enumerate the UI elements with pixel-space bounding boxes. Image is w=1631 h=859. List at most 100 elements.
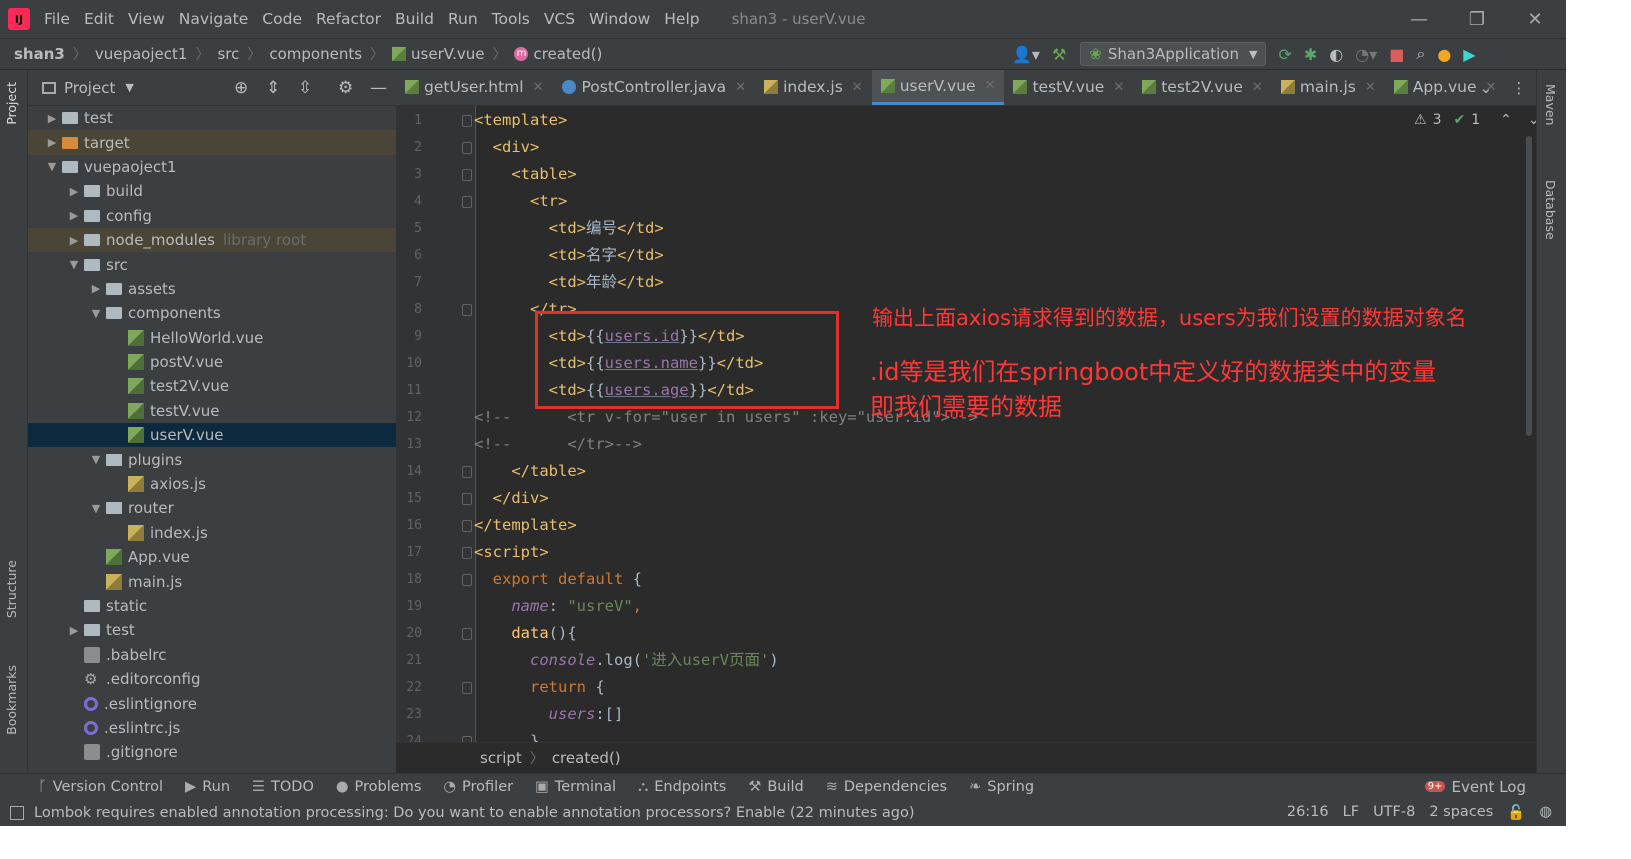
locate-icon[interactable]: ⊕ <box>234 78 248 98</box>
code-line[interactable]: users:[] <box>474 701 624 728</box>
structure-tool-tab[interactable]: Structure <box>4 560 19 618</box>
maven-tool-tab[interactable]: Maven <box>1543 84 1558 125</box>
code-area[interactable]: <template> <div> <table> <tr> <td>编号</td… <box>474 106 1514 742</box>
tree-item[interactable]: ▶ target <box>28 130 396 155</box>
rerun-icon[interactable]: ⟳ <box>1278 45 1291 64</box>
fold-marker-icon[interactable] <box>462 682 472 694</box>
user-icon[interactable]: 👤▾ <box>1012 45 1040 64</box>
restore-icon[interactable]: ❐ <box>1448 0 1506 38</box>
editor-tab[interactable]: index.js ✕ <box>755 70 872 105</box>
chevron-right-icon[interactable]: ▶ <box>64 624 84 637</box>
editor-tab[interactable]: userV.vue ✕ <box>871 70 1005 105</box>
tree-item[interactable]: ▼ plugins <box>28 447 396 471</box>
tree-item[interactable]: ▼ src <box>28 252 396 276</box>
code-line[interactable]: name: "usreV", <box>474 593 642 620</box>
tool-window-button[interactable]: ᚵ Version Control <box>38 779 163 795</box>
editor-tab[interactable]: test2V.vue ✕ <box>1133 70 1272 105</box>
tree-item[interactable]: ▶ build <box>28 179 396 203</box>
gear-icon[interactable]: ⚙ <box>338 78 353 98</box>
code-line[interactable]: <div> <box>474 134 540 161</box>
indent-setting[interactable]: 2 spaces <box>1429 804 1493 821</box>
coverage-icon[interactable]: ◐ <box>1329 45 1343 64</box>
tree-item[interactable]: userV.vue <box>28 423 396 448</box>
code-line[interactable]: <td>名字</td> <box>474 242 664 269</box>
menu-code[interactable]: Code <box>262 10 302 28</box>
menu-vcs[interactable]: VCS <box>544 10 575 28</box>
editor-tab[interactable]: main.js ✕ <box>1272 70 1385 105</box>
run-configuration-select[interactable]: ❀ Shan3Application ▼ <box>1080 42 1267 66</box>
chevron-down-icon[interactable]: ▼ <box>86 307 106 320</box>
tree-item[interactable]: .babelrc <box>28 643 396 667</box>
menu-run[interactable]: Run <box>448 10 478 28</box>
tree-item[interactable]: HelloWorld.vue <box>28 326 396 350</box>
fold-marker-icon[interactable] <box>462 142 472 154</box>
tree-item[interactable]: .eslintrc.js <box>28 716 396 740</box>
tree-item[interactable]: App.vue <box>28 545 396 569</box>
build-hammer-icon[interactable]: ⚒ <box>1052 45 1066 64</box>
status-message[interactable]: Lombok requires enabled annotation proce… <box>34 805 915 821</box>
breadcrumb-module[interactable]: vuepaoject1 <box>95 45 188 63</box>
close-icon[interactable]: ✕ <box>852 80 863 95</box>
tree-item[interactable]: ▼ components <box>28 301 396 325</box>
minimize-icon[interactable]: — <box>1390 0 1448 38</box>
stop-icon[interactable]: ■ <box>1389 45 1404 64</box>
code-line[interactable]: <tr> <box>474 188 567 215</box>
chevron-down-icon[interactable]: ▼ <box>42 160 62 173</box>
chevron-right-icon[interactable]: ▶ <box>42 112 62 125</box>
code-line[interactable]: <table> <box>474 161 576 188</box>
code-line[interactable]: <!-- </tr>--> <box>474 431 642 458</box>
code-line[interactable]: </table> <box>474 458 586 485</box>
breadcrumb-method[interactable]: created() <box>533 45 602 63</box>
caret-position[interactable]: 26:16 <box>1287 804 1329 821</box>
hide-panel-icon[interactable]: — <box>370 78 387 98</box>
code-line[interactable]: console.log('进入userV页面') <box>474 647 779 674</box>
fold-marker-icon[interactable] <box>462 466 472 478</box>
tree-item[interactable]: .eslintignore <box>28 691 396 715</box>
fold-marker-icon[interactable] <box>462 520 472 532</box>
close-window-icon[interactable]: ✕ <box>1506 0 1564 38</box>
project-tool-tab[interactable]: Project <box>4 82 19 125</box>
tool-window-button[interactable]: ▣ Terminal <box>535 779 616 795</box>
menu-tools[interactable]: Tools <box>492 10 530 28</box>
code-line[interactable]: <td>年龄</td> <box>474 269 664 296</box>
menu-help[interactable]: Help <box>664 10 699 28</box>
code-editor[interactable]: 1 2 3 4 5 6 7 8 9 10 11 12 13 14 15 16 17 18 19 20 21 22 23 24 … <box>396 106 1536 742</box>
code-line[interactable]: } <box>474 728 539 742</box>
code-line[interactable]: </template> <box>474 512 577 539</box>
chevron-down-icon[interactable]: ⌄ <box>1528 112 1536 128</box>
menu-navigate[interactable]: Navigate <box>179 10 249 28</box>
fold-marker-icon[interactable] <box>462 169 472 181</box>
tool-window-button[interactable]: ● Problems <box>336 779 422 795</box>
tree-item[interactable]: ▶ config <box>28 204 396 228</box>
tool-window-button[interactable]: ≋ Dependencies <box>826 779 947 795</box>
tree-item[interactable]: index.js <box>28 521 396 545</box>
menu-file[interactable]: File <box>44 10 70 28</box>
close-icon[interactable]: ✕ <box>735 80 746 95</box>
fold-marker-icon[interactable] <box>462 547 472 559</box>
tool-window-button[interactable]: ☰ TODO <box>252 779 314 795</box>
plugin-icon[interactable]: ▶ <box>1463 45 1475 64</box>
menu-build[interactable]: Build <box>395 10 434 28</box>
tool-window-button[interactable]: ◔ Profiler <box>443 779 513 795</box>
tree-item[interactable]: postV.vue <box>28 350 396 374</box>
database-tool-tab[interactable]: Database <box>1543 180 1558 240</box>
debug-icon[interactable]: ✱ <box>1304 45 1317 64</box>
fold-marker-icon[interactable] <box>462 304 472 316</box>
expand-all-icon[interactable]: ⇕ <box>266 78 280 98</box>
code-line[interactable]: <td>编号</td> <box>474 215 664 242</box>
line-separator[interactable]: LF <box>1343 804 1359 821</box>
tree-item[interactable]: ▼ vuepaoject1 <box>28 155 396 179</box>
tree-item[interactable]: test2V.vue <box>28 374 396 398</box>
chevron-up-icon[interactable]: ⌃ <box>1500 112 1512 128</box>
collapse-all-icon[interactable]: ⇳ <box>298 78 312 98</box>
editor-scrollbar[interactable] <box>1526 136 1532 436</box>
close-icon[interactable]: ✕ <box>1365 80 1376 95</box>
editor-breadcrumb-method[interactable]: created() <box>552 749 621 767</box>
code-line[interactable]: data(){ <box>474 620 576 647</box>
fold-marker-icon[interactable] <box>462 115 472 127</box>
event-log-button[interactable]: 9+ Event Log <box>1424 778 1526 796</box>
project-panel-title[interactable]: Project <box>64 79 115 97</box>
tree-item[interactable]: ▼ router <box>28 496 396 520</box>
chevron-right-icon[interactable]: ▶ <box>64 185 84 198</box>
code-line[interactable]: return { <box>474 674 605 701</box>
